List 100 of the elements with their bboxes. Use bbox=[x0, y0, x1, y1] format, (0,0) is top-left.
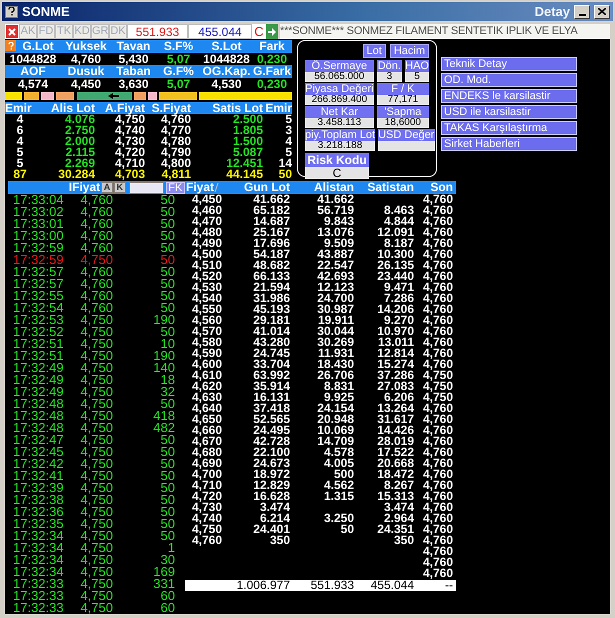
table-cell: 4,750 bbox=[114, 114, 145, 125]
table-cell: 4,700 bbox=[192, 469, 222, 480]
lot-cell-text: 18 bbox=[160, 374, 175, 386]
table-cell: 4,720 bbox=[114, 147, 145, 158]
action-button[interactable]: USD ile karsilastir bbox=[441, 105, 577, 119]
table-cell: 35.914 bbox=[253, 381, 290, 392]
mode-button[interactable]: Hacim bbox=[390, 44, 429, 58]
column-header: Gun Lot bbox=[244, 181, 290, 194]
table-cell: 4,620 bbox=[192, 381, 222, 392]
table-cell: 4,760 bbox=[422, 315, 453, 326]
time-cell-text: 17:32:49 bbox=[12, 386, 65, 398]
action-button[interactable]: OD. Mod. bbox=[441, 73, 577, 87]
price-cell-text: 4,750 bbox=[79, 422, 113, 434]
time-cell-text: 17:32:55 bbox=[12, 290, 65, 302]
table-cell: 4,750 bbox=[422, 370, 453, 381]
table-cell: 4,760 bbox=[422, 227, 453, 238]
price-cell-text: 4,760 bbox=[79, 266, 113, 278]
summary-value: 1044828 bbox=[10, 53, 56, 65]
help-icon[interactable] bbox=[5, 40, 16, 51]
price-cell-text: 4,750 bbox=[79, 554, 113, 566]
action-button[interactable]: TAKAS Karşılaştırma bbox=[441, 121, 577, 135]
table-cell: 19.911 bbox=[318, 315, 354, 326]
table-cell: 41.662 bbox=[317, 194, 354, 205]
table-cell: 37.286 bbox=[377, 370, 414, 381]
table-cell: 2.964 bbox=[384, 513, 414, 524]
filter-field[interactable] bbox=[128, 182, 164, 194]
table-cell: 4,460 bbox=[192, 205, 222, 216]
price-cell-text: 4,760 bbox=[79, 230, 113, 242]
lot-cell-text: 50 bbox=[160, 326, 175, 338]
summary-value: 5,430 bbox=[118, 53, 149, 65]
total-cell: 30.284 bbox=[58, 169, 95, 180]
price-cell-text: 4,750 bbox=[79, 326, 113, 338]
table-cell: 4,760 bbox=[422, 205, 453, 216]
time-cell-text: 17:33:01 bbox=[12, 218, 65, 230]
summary-value: 5,07 bbox=[166, 78, 190, 90]
close-button[interactable] bbox=[594, 4, 610, 18]
filter-button[interactable]: FK bbox=[166, 182, 185, 194]
table-cell: 4,740 bbox=[114, 125, 145, 136]
price-cell-text: 4,750 bbox=[79, 518, 113, 530]
table-cell: 4,530 bbox=[192, 282, 222, 293]
action-button[interactable]: ENDEKS le karsilastir bbox=[441, 89, 577, 103]
table-cell: 7.286 bbox=[384, 293, 414, 304]
lot-cell-text: 482 bbox=[152, 422, 175, 434]
summary-value: 4,450 bbox=[70, 78, 102, 90]
time-cell-text: 17:32:34 bbox=[12, 554, 65, 566]
field-label: Ö.Sermaye bbox=[305, 60, 374, 72]
action-button[interactable]: Sirket Haberleri bbox=[441, 137, 577, 151]
lot-cell-text: 50 bbox=[160, 266, 175, 278]
sort-icon bbox=[214, 183, 220, 192]
toolbar-button[interactable]: K bbox=[114, 182, 126, 193]
price-cell-text: 4,750 bbox=[79, 386, 113, 398]
toolbar-button[interactable]: A bbox=[101, 182, 113, 193]
table-cell: 4,760 bbox=[422, 546, 453, 557]
table-cell: 41.014 bbox=[253, 326, 290, 337]
lot-cell-text: 140 bbox=[152, 362, 175, 374]
price-cell-text: 4,760 bbox=[79, 218, 113, 230]
summary-label: Taban bbox=[116, 65, 151, 78]
price-cell-text: 4,750 bbox=[79, 254, 113, 266]
table-cell: 4,590 bbox=[192, 348, 222, 359]
time-cell-text: 17:32:54 bbox=[12, 302, 65, 314]
table-cell: 4,750 bbox=[422, 392, 453, 403]
close-icon-button[interactable] bbox=[5, 24, 19, 39]
mode-button[interactable]: Lot bbox=[362, 44, 386, 58]
table-cell: 4.844 bbox=[384, 216, 414, 227]
column-header: Satis Lot bbox=[212, 102, 263, 114]
lot-cell-text: 50 bbox=[160, 458, 175, 470]
field-label: HAO bbox=[405, 60, 429, 72]
column-header: Emir bbox=[5, 102, 32, 114]
table-cell: 12.451 bbox=[226, 158, 263, 169]
total-cell: 44.145 bbox=[226, 169, 263, 180]
time-cell-text: 17:32:39 bbox=[12, 482, 65, 494]
table-cell: 4,730 bbox=[114, 136, 145, 147]
table-cell: 13.076 bbox=[317, 227, 354, 238]
table-cell: 4,760 bbox=[422, 524, 453, 535]
time-cell-text: 17:32:59 bbox=[12, 242, 65, 254]
table-cell: 1.805 bbox=[232, 125, 263, 136]
table-cell: 10.069 bbox=[317, 425, 354, 436]
price-cell-text: 4,750 bbox=[79, 362, 113, 374]
lot-cell-text: 50 bbox=[160, 518, 175, 530]
table-cell: 30.987 bbox=[317, 304, 354, 315]
summary-label: S.Lot bbox=[212, 40, 242, 53]
price-cell-text: 4,760 bbox=[79, 242, 113, 254]
next-button[interactable] bbox=[266, 24, 278, 39]
table-cell: 4,760 bbox=[422, 304, 453, 315]
lot-cell-text: 50 bbox=[160, 398, 175, 410]
action-button[interactable]: Teknik Detay bbox=[441, 57, 577, 71]
table-cell: 63.992 bbox=[253, 370, 290, 381]
column-header: Satistan bbox=[367, 181, 414, 194]
table-cell: 23.440 bbox=[377, 271, 414, 282]
table-cell: 24.401 bbox=[253, 524, 290, 535]
table-cell: 4,760 bbox=[422, 469, 453, 480]
summary-label: G.Fark bbox=[252, 65, 291, 78]
minimize-button[interactable] bbox=[574, 4, 590, 18]
field-value bbox=[378, 141, 436, 151]
lot-cell-text: 331 bbox=[152, 578, 175, 590]
field-value: 3 bbox=[376, 72, 402, 82]
field-value: 5 bbox=[405, 72, 429, 82]
table-cell: 2.000 bbox=[64, 136, 95, 147]
table-cell: 2.269 bbox=[64, 158, 95, 169]
table-cell: 4,760 bbox=[422, 557, 453, 568]
